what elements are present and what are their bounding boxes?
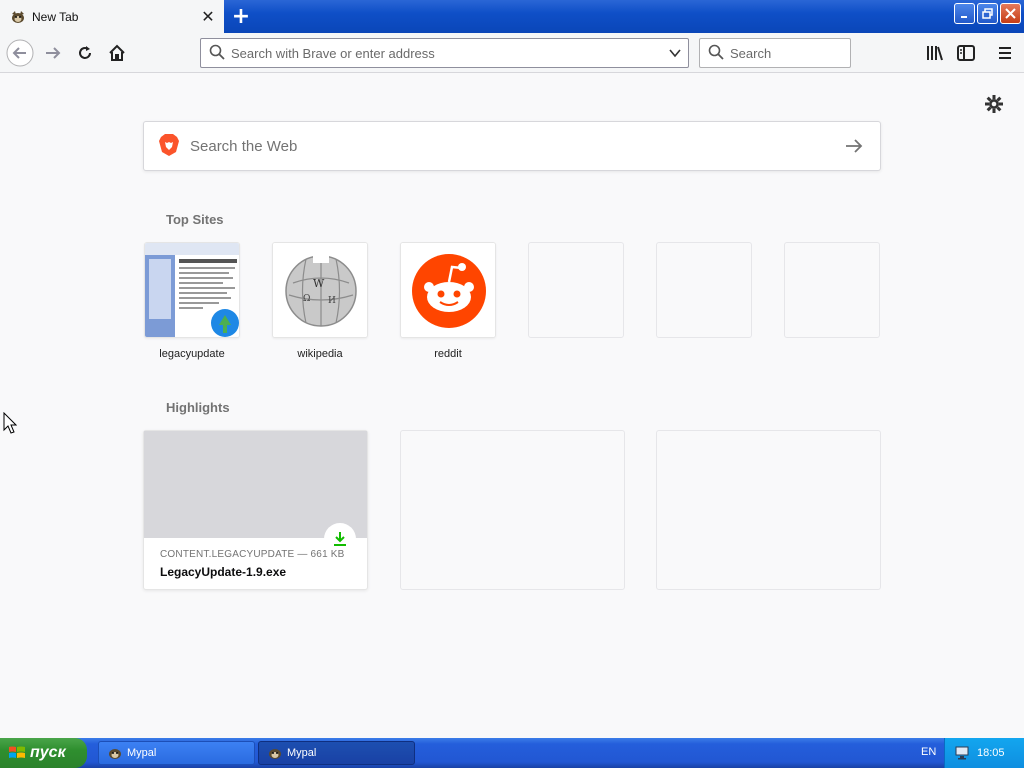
top-site-empty (528, 242, 624, 338)
sidebar-toggle-icon[interactable] (952, 39, 980, 67)
web-search-box[interactable]: Search the Web (143, 121, 881, 171)
taskbar-item-mypal-active[interactable]: Mypal (258, 741, 415, 765)
highlight-filename: LegacyUpdate-1.9.exe (160, 565, 287, 579)
top-site-empty (656, 242, 752, 338)
site-label: reddit (434, 348, 462, 360)
top-site-wikipedia[interactable]: W Ω И wikipedia (272, 242, 368, 360)
library-icon[interactable] (921, 39, 949, 67)
highlight-card[interactable]: CONTENT.LEGACYUPDATE — 661 KB LegacyUpda… (143, 430, 368, 590)
top-site-reddit[interactable]: reddit (400, 242, 496, 360)
taskbar-item-mypal[interactable]: Mypal (98, 741, 255, 765)
window-close-icon[interactable] (1000, 3, 1021, 24)
network-icon[interactable] (955, 746, 971, 760)
menu-icon[interactable] (991, 39, 1019, 67)
home-icon[interactable] (103, 39, 131, 67)
address-placeholder: Search with Brave or enter address (231, 45, 435, 61)
svg-text:W: W (313, 277, 325, 290)
top-site-legacyupdate[interactable]: legacyupdate (144, 242, 240, 360)
site-label: legacyupdate (159, 348, 225, 360)
forward-icon[interactable] (39, 39, 67, 67)
empty-tile (784, 242, 880, 338)
tab-close-icon[interactable]: ✕ (196, 5, 220, 29)
restore-icon[interactable] (977, 3, 998, 24)
site-thumbnail (144, 242, 240, 338)
mouse-cursor-icon (3, 411, 18, 437)
tab-new-tab[interactable]: New Tab ✕ (0, 0, 224, 33)
window-controls (954, 3, 1021, 24)
search-icon (708, 44, 724, 63)
reload-icon[interactable] (71, 39, 99, 67)
windows-flag-icon (8, 745, 26, 761)
taskbar: пуск Mypal Mypal EN 18:05 (0, 738, 1024, 768)
mypal-favicon-icon (10, 9, 26, 25)
empty-tile (656, 242, 752, 338)
address-bar[interactable]: Search with Brave or enter address (200, 38, 689, 68)
search-bar[interactable]: Search (699, 38, 851, 68)
mypal-icon (267, 745, 283, 761)
highlight-source: CONTENT.LEGACYUPDATE — 661 KB (160, 549, 345, 560)
svg-text:И: И (328, 296, 336, 306)
highlight-empty (400, 430, 625, 590)
chevron-down-icon[interactable] (662, 40, 688, 66)
navigation-toolbar: Search with Brave or enter address Searc… (0, 33, 1024, 73)
top-site-empty (784, 242, 880, 338)
new-tab-plus-icon[interactable]: + (229, 4, 253, 29)
site-thumbnail (400, 242, 496, 338)
back-icon[interactable] (6, 39, 34, 67)
minimize-icon[interactable] (954, 3, 975, 24)
site-label: wikipedia (297, 348, 343, 360)
new-tab-page: Search the Web Top Sites legacyupdate W … (0, 74, 1024, 738)
highlights-heading: Highlights (166, 400, 230, 415)
search-placeholder: Search (730, 45, 772, 61)
site-thumbnail: W Ω И (272, 242, 368, 338)
empty-tile (528, 242, 624, 338)
search-icon (209, 44, 225, 63)
clock: 18:05 (977, 747, 1005, 759)
svg-text:Ω: Ω (303, 294, 310, 304)
highlight-empty (656, 430, 881, 590)
web-search-placeholder: Search the Web (190, 137, 298, 155)
tab-title: New Tab (32, 9, 79, 24)
gear-icon[interactable] (984, 94, 1004, 114)
top-sites-heading: Top Sites (166, 212, 224, 227)
mypal-icon (107, 745, 123, 761)
start-button[interactable]: пуск (0, 738, 87, 768)
task-label: Mypal (127, 747, 157, 759)
arrow-right-icon[interactable] (842, 134, 866, 158)
highlight-thumbnail (144, 431, 367, 538)
start-label: пуск (30, 744, 66, 761)
language-indicator[interactable]: EN (921, 746, 936, 758)
brave-lion-icon (158, 133, 180, 160)
system-tray: 18:05 (944, 738, 1024, 768)
title-bar: New Tab ✕ + (0, 0, 1024, 33)
task-label: Mypal (287, 747, 317, 759)
